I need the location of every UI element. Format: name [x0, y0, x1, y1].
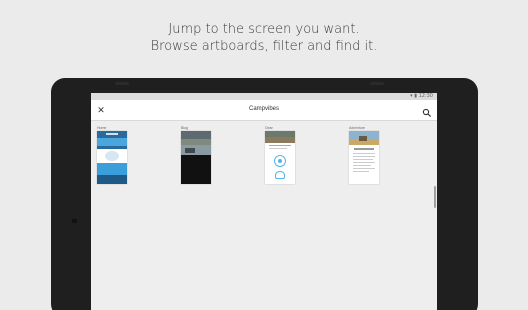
- artboard-thumbnail: [265, 131, 295, 184]
- headline-line-2: Browse artboards, filter and find it.: [150, 39, 378, 54]
- app-screen: ▾ ▮ 12:30 ✕ Campvibes Home Blog Gear Adv…: [91, 93, 437, 310]
- artboard-thumbnail: [97, 131, 127, 184]
- status-time: 12:30: [418, 93, 433, 99]
- device-button: [72, 219, 77, 223]
- artboard-blog[interactable]: Blog: [181, 126, 211, 184]
- wifi-icon: ▾: [410, 93, 413, 99]
- artboard-thumbnail: [349, 131, 379, 184]
- headline: Jump to the screen you want. Browse artb…: [0, 21, 528, 55]
- camera-sensor: [370, 82, 384, 85]
- search-icon: [422, 108, 432, 118]
- status-bar: ▾ ▮ 12:30: [91, 93, 437, 100]
- scrollbar-thumb[interactable]: [434, 186, 436, 208]
- speaker-grille: [115, 82, 129, 85]
- app-title: Campvibes: [248, 106, 279, 112]
- search-button[interactable]: [422, 105, 432, 118]
- artboard-home[interactable]: Home: [97, 126, 127, 184]
- artboard-gear[interactable]: Gear: [265, 126, 295, 184]
- artboard-adventure[interactable]: Adventure: [349, 126, 379, 184]
- headline-line-1: Jump to the screen you want.: [168, 22, 360, 37]
- status-icons: ▾ ▮ 12:30: [410, 94, 433, 99]
- artboard-thumbnail: [181, 131, 211, 184]
- battery-icon: ▮: [414, 93, 417, 99]
- app-bar: ✕ Campvibes: [91, 100, 437, 121]
